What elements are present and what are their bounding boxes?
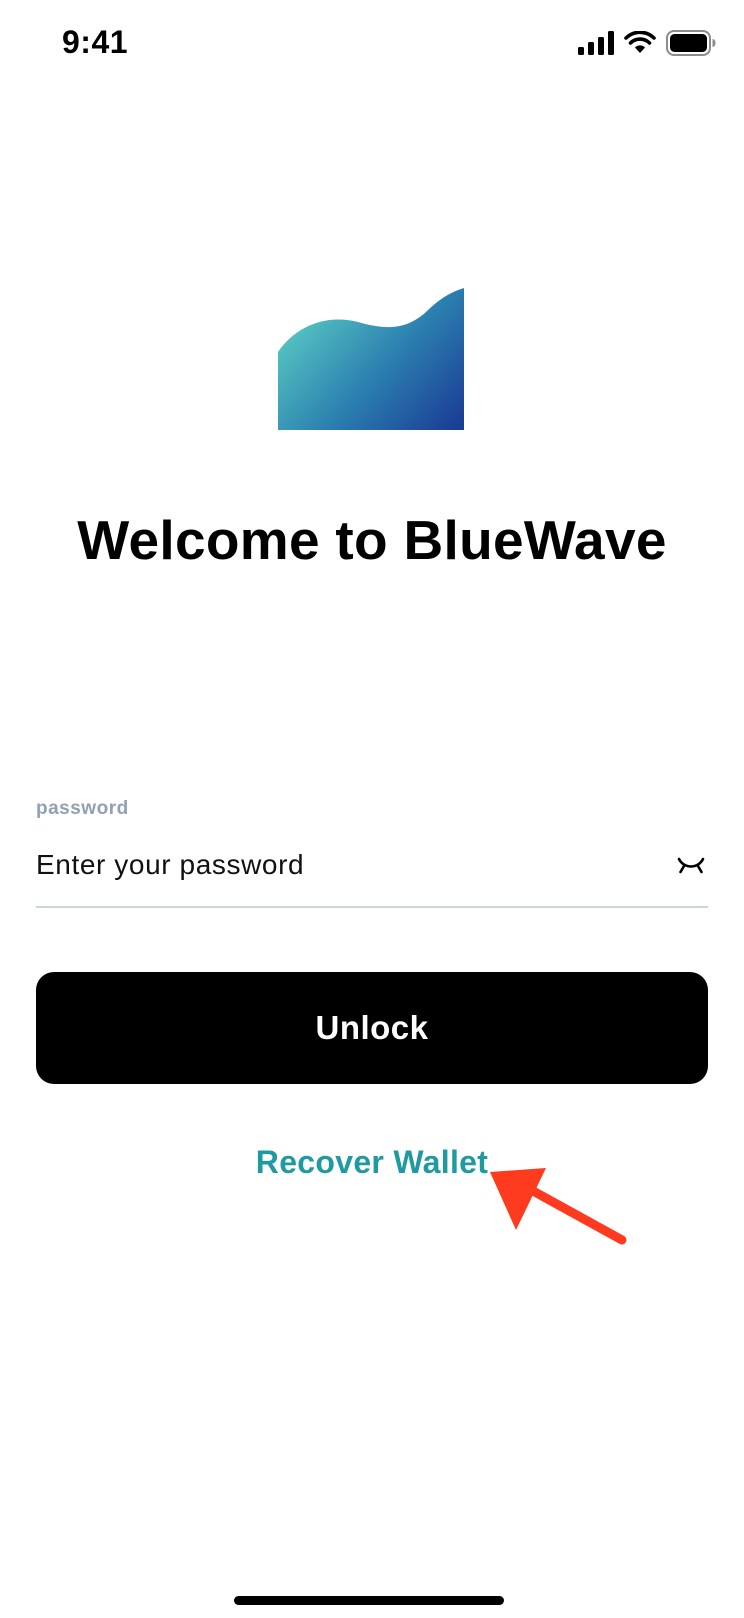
page-title: Welcome to BlueWave [77, 509, 667, 571]
status-time: 9:41 [62, 24, 129, 60]
recover-wallet-link[interactable]: Recover Wallet [0, 1144, 744, 1181]
password-input[interactable] [36, 840, 646, 890]
bluewave-logo [278, 288, 464, 430]
cellular-signal-icon [578, 31, 614, 55]
password-underline [36, 906, 708, 908]
unlock-button[interactable]: Unlock [36, 972, 708, 1084]
eye-closed-icon[interactable] [676, 850, 706, 880]
battery-icon [666, 30, 716, 56]
home-indicator [234, 1596, 504, 1605]
password-label: password [36, 798, 129, 819]
status-icons [578, 30, 716, 56]
red-arrow-icon [490, 1168, 627, 1245]
wifi-icon [624, 31, 656, 53]
status-bar: 9:41 [0, 0, 744, 90]
